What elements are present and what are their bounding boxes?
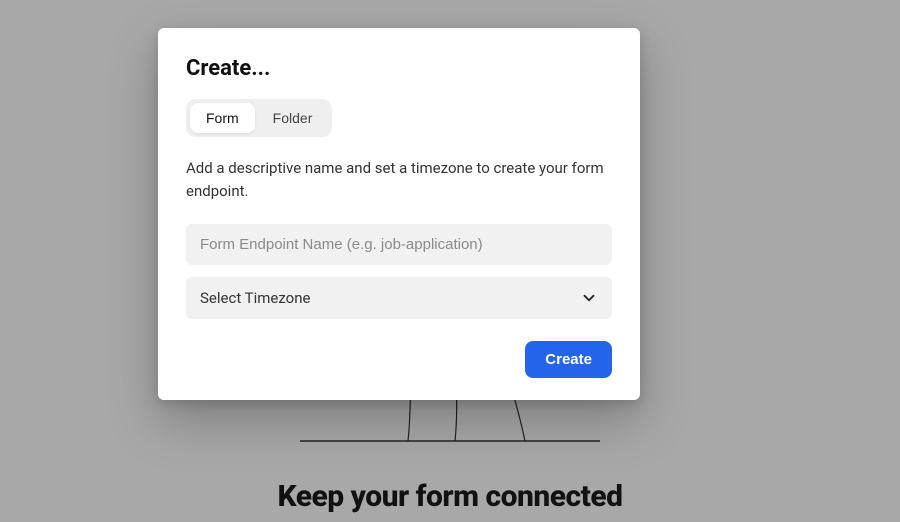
timezone-select-label: Select Timezone — [200, 289, 310, 307]
form-name-input[interactable] — [186, 224, 612, 265]
create-type-tabs: Form Folder — [186, 99, 332, 137]
modal-description: Add a descriptive name and set a timezon… — [186, 157, 612, 202]
timezone-select[interactable]: Select Timezone — [186, 277, 612, 319]
create-button[interactable]: Create — [525, 341, 612, 378]
create-modal: Create... Form Folder Add a descriptive … — [158, 28, 640, 400]
modal-actions: Create — [186, 341, 612, 378]
tab-folder[interactable]: Folder — [257, 103, 329, 133]
tab-form[interactable]: Form — [190, 103, 255, 133]
modal-title: Create... — [186, 56, 612, 81]
background-heading: Keep your form connected — [277, 479, 622, 514]
chevron-down-icon — [580, 289, 598, 307]
